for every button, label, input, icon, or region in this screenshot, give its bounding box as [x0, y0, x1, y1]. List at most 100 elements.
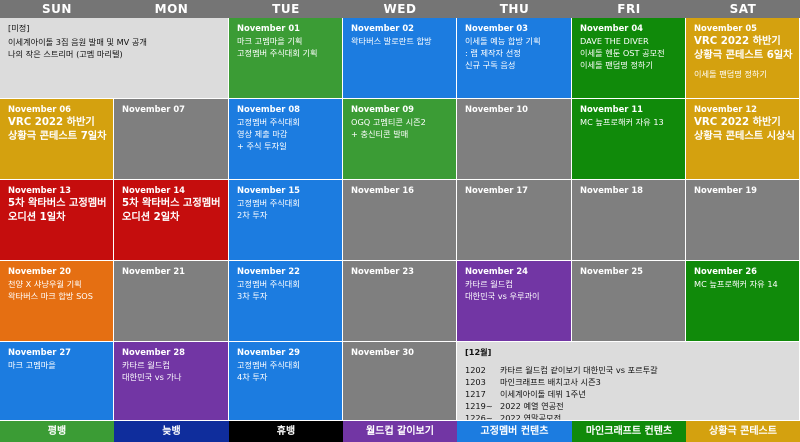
- day-cell[interactable]: November 24 카타르 월드컵 대한민국 vs 우루과이: [457, 261, 572, 342]
- event-headline: 오디션 1일차: [8, 212, 66, 223]
- day-date: November 01: [237, 23, 301, 33]
- legend-item: 월드컵 같이보기: [343, 421, 457, 442]
- day-cell[interactable]: November 07: [114, 99, 229, 180]
- day-date: November 27: [8, 347, 72, 357]
- weekday-wed: WED: [383, 2, 417, 16]
- memo-line: 이세계아이돌 3집 음원 발매 및 MV 공개: [8, 37, 147, 47]
- event-line: 이세돌 헨둔 OST 공모전: [580, 48, 665, 58]
- event-line: 카타르 월드컵: [465, 279, 513, 289]
- december-item: 1203 마인크래프트 배치고사 시즌3: [465, 376, 791, 388]
- day-date: November 29: [237, 347, 301, 357]
- december-item: 1217 이세계아이돌 데뷔 1주년: [465, 388, 791, 400]
- event-line: 고정멤버 주식대회 기획: [237, 48, 318, 58]
- day-date: November 25: [580, 266, 644, 276]
- day-cell[interactable]: November 28 카타르 월드컵 대한민국 vs 가나: [114, 342, 229, 421]
- event-line: 고정멤버 주식대회: [237, 198, 300, 208]
- event-line: 신규 구독 음성: [465, 60, 516, 70]
- day-cell[interactable]: November 22 고정멤버 주식대회 3차 투자: [229, 261, 343, 342]
- weekday-sat: SAT: [729, 2, 757, 16]
- event-line: 2차 투자: [237, 210, 268, 220]
- day-cell[interactable]: November 16: [343, 180, 457, 261]
- day-cell[interactable]: November 13 5차 왁타버스 고정멤버 오디션 1일차: [0, 180, 114, 261]
- weekday-fri: FRI: [617, 2, 641, 16]
- day-cell[interactable]: November 02 왁타버스 발로란트 합방: [343, 18, 457, 99]
- event-line: 3차 투자: [237, 291, 268, 301]
- legend-item: 늦뱅: [114, 421, 229, 442]
- day-cell[interactable]: November 21: [114, 261, 229, 342]
- day-cell[interactable]: November 04 DAVE THE DIVER 이세돌 헨둔 OST 공모전 이…: [572, 18, 686, 99]
- memo-title: [미정]: [8, 23, 30, 33]
- december-item-date: 1226~: [465, 413, 493, 421]
- event-line: 4차 투자: [237, 372, 268, 382]
- event-headline: VRC 2022 하반기: [694, 36, 781, 47]
- event-line: DAVE THE DIVER: [580, 36, 649, 46]
- december-item-text: 2022 연말공모전: [500, 413, 562, 421]
- day-cell[interactable]: November 17: [457, 180, 572, 261]
- event-headline: 상황극 콘테스트 7일차: [8, 131, 107, 142]
- december-item-date: 1217: [465, 389, 486, 399]
- event-line: 대한민국 vs 우루과이: [465, 291, 540, 301]
- day-date: November 10: [465, 104, 529, 114]
- day-cell[interactable]: November 26 MC 늪프로해커 자유 14: [686, 261, 800, 342]
- day-cell[interactable]: November 23: [343, 261, 457, 342]
- day-cell[interactable]: November 06 VRC 2022 하반기 상황극 콘테스트 7일차: [0, 99, 114, 180]
- event-headline: 상황극 콘테스트 6일차: [694, 50, 793, 61]
- event-line: 고정멤버 주식대회: [237, 117, 300, 127]
- weekday-mon: MON: [154, 2, 189, 16]
- event-line: + 주식 투자일: [237, 141, 287, 151]
- event-line: 천양 X 샤냥우월 기획: [8, 279, 82, 289]
- december-item-text: 2022 예열 연공전: [500, 401, 564, 411]
- december-title: [12월]: [465, 347, 492, 357]
- day-date: November 28: [122, 347, 186, 357]
- day-date: November 21: [122, 266, 186, 276]
- day-cell[interactable]: November 25: [572, 261, 686, 342]
- day-date: November 11: [580, 104, 644, 114]
- memo-line: 나의 작은 스트리머 (고멤 마리텔): [8, 49, 123, 59]
- event-line: 왁타버스 마크 합방 SOS: [8, 291, 93, 301]
- day-cell[interactable]: November 10: [457, 99, 572, 180]
- day-cell[interactable]: November 19: [686, 180, 800, 261]
- day-cell[interactable]: November 18: [572, 180, 686, 261]
- day-date: November 12: [694, 104, 758, 114]
- event-line: 고정멤버 주식대회: [237, 279, 300, 289]
- day-cell[interactable]: November 05 VRC 2022 하반기 상황극 콘테스트 6일차 이세돌 팬…: [686, 18, 800, 99]
- day-cell[interactable]: November 30: [343, 342, 457, 421]
- december-item-date: 1202: [465, 365, 486, 375]
- event-line: MC 늪프로해커 자유 13: [580, 117, 664, 127]
- day-cell[interactable]: November 15 고정멤버 주식대회 2차 투자: [229, 180, 343, 261]
- event-headline: 5차 왁타버스 고정멤버: [8, 198, 107, 209]
- december-item-text: 카타르 월드컵 같이보기 대한민국 vs 포르투갈: [500, 365, 658, 375]
- event-line: 이세돌 예능 합방 기획: [465, 36, 541, 46]
- day-date: November 07: [122, 104, 186, 114]
- day-date: November 26: [694, 266, 758, 276]
- day-cell[interactable]: November 09 OGQ 고멤티콘 시즌2 + 충신티콘 발매: [343, 99, 457, 180]
- day-cell[interactable]: November 03 이세돌 예능 합방 기획: 랩 제작자 선정 신규 구독 음…: [457, 18, 572, 99]
- event-line: 이세돌 팬덤명 정하기: [580, 60, 653, 70]
- day-cell[interactable]: November 29 고정멤버 주식대회 4차 투자: [229, 342, 343, 421]
- december-item-date: 1219~: [465, 401, 493, 411]
- day-cell[interactable]: November 14 5차 왁타버스 고정멤버 오디션 2일차: [114, 180, 229, 261]
- day-cell[interactable]: November 11 MC 늪프로해커 자유 13: [572, 99, 686, 180]
- legend-item: 고정멤버 컨텐츠: [457, 421, 572, 442]
- event-line: MC 늪프로해커 자유 14: [694, 279, 778, 289]
- day-date: November 22: [237, 266, 301, 276]
- day-cell[interactable]: November 27 마크 고멤마을: [0, 342, 114, 421]
- event-line: 왁타버스 발로란트 합방: [351, 36, 432, 46]
- day-cell[interactable]: November 12 VRC 2022 하반기 상황극 콘테스트 시상식: [686, 99, 800, 180]
- day-cell[interactable]: November 20 천양 X 샤냥우월 기획 왁타버스 마크 합방 SOS: [0, 261, 114, 342]
- legend-item: 상황극 콘테스트: [686, 421, 800, 442]
- day-date: November 14: [122, 185, 186, 195]
- day-cell[interactable]: November 08 고정멤버 주식대회 영상 제출 마감 + 주식 투자일: [229, 99, 343, 180]
- day-cell[interactable]: November 01 마크 고멤마을 기획고정멤버 주식대회 기획: [229, 18, 343, 99]
- day-date: November 16: [351, 185, 415, 195]
- day-date: November 23: [351, 266, 415, 276]
- day-date: November 02: [351, 23, 415, 33]
- event-line: 고정멤버 주식대회: [237, 360, 300, 370]
- weekday-sun: SUN: [42, 2, 72, 16]
- weekday-tue: TUE: [272, 2, 300, 16]
- day-date: November 17: [465, 185, 529, 195]
- event-line: 마크 고멤마을 기획: [237, 36, 303, 46]
- event-line: OGQ 고멤티콘 시즌2: [351, 117, 426, 127]
- event-headline: 5차 왁타버스 고정멤버: [122, 198, 221, 209]
- legend-item: 마인크래프트 컨텐츠: [572, 421, 686, 442]
